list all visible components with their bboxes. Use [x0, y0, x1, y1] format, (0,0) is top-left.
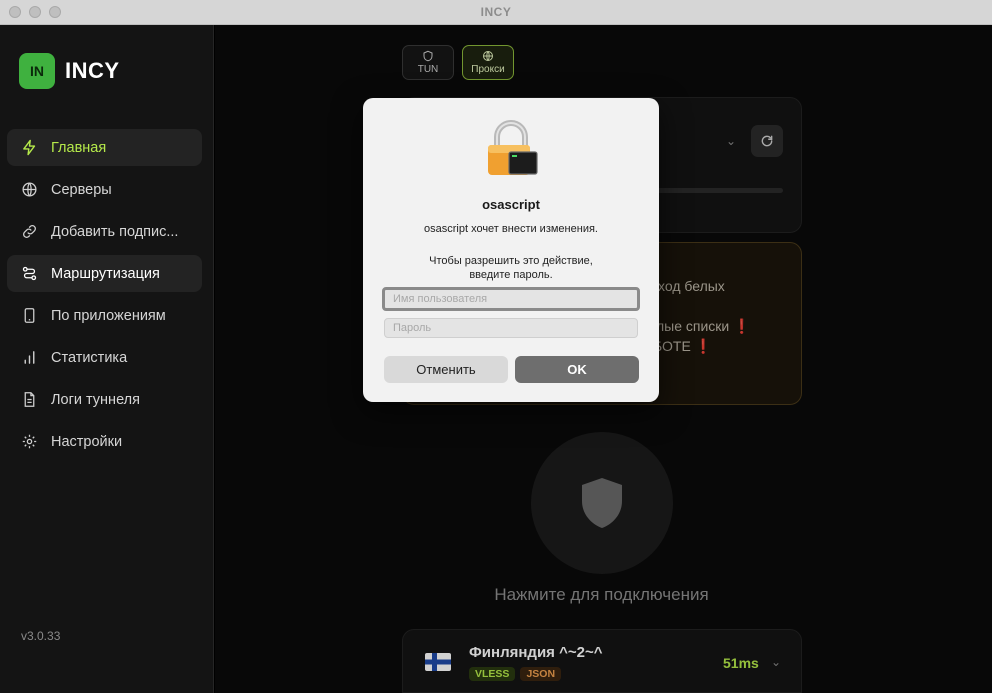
sidebar-item-add-subscription[interactable]: Добавить подпис... — [7, 213, 202, 250]
sidebar-item-statistics[interactable]: Статистика — [7, 339, 202, 376]
cancel-button[interactable]: Отменить — [384, 356, 508, 383]
dialog-title: osascript — [482, 197, 540, 212]
sidebar-item-label: Маршрутизация — [51, 265, 160, 282]
sidebar-item-servers[interactable]: Серверы — [7, 171, 202, 208]
sidebar-item-tunnel-logs[interactable]: Логи туннеля — [7, 381, 202, 418]
logo-badge: IN — [19, 53, 55, 89]
lightning-icon — [23, 139, 36, 156]
phone-icon — [24, 308, 35, 323]
route-icon — [22, 266, 37, 281]
globe-icon — [22, 182, 37, 197]
auth-dialog: osascript osascript хочет внести изменен… — [363, 98, 659, 402]
sidebar-item-label: Серверы — [51, 181, 112, 198]
window-title: INCY — [480, 5, 512, 19]
sidebar-item-label: Логи туннеля — [51, 391, 140, 408]
sidebar-item-label: Статистика — [51, 349, 128, 366]
app-version: v3.0.33 — [21, 629, 61, 643]
logo-text: INCY — [65, 58, 120, 83]
bar-chart-icon — [24, 351, 35, 364]
dialog-prompt-line-1: Чтобы разрешить это действие, — [429, 255, 593, 267]
sidebar-item-label: Главная — [51, 139, 107, 156]
document-icon — [24, 392, 35, 407]
sidebar-item-per-app[interactable]: По приложениям — [7, 297, 202, 334]
sidebar-item-home[interactable]: Главная — [7, 129, 202, 166]
sidebar: IN INCY Главная Серверы Добавить подпис.… — [0, 25, 214, 693]
dialog-prompt-line-2: введите пароль. — [469, 269, 553, 281]
dialog-prompt: Чтобы разрешить это действие, введите па… — [363, 254, 659, 282]
sidebar-item-label: Настройки — [51, 433, 123, 450]
sidebar-item-label: По приложениям — [51, 307, 166, 324]
sidebar-item-routing[interactable]: Маршрутизация — [7, 255, 202, 292]
sidebar-item-settings[interactable]: Настройки — [7, 423, 202, 460]
password-field[interactable] — [384, 318, 638, 338]
lock-icon — [488, 120, 538, 175]
dialog-message: osascript хочет внести изменения. — [424, 223, 598, 235]
app-logo: IN INCY — [19, 53, 120, 89]
username-field[interactable] — [382, 287, 640, 311]
ok-button[interactable]: OK — [515, 356, 639, 383]
link-icon — [23, 225, 36, 238]
title-bar: INCY — [0, 0, 992, 25]
sidebar-nav: Главная Серверы Добавить подпис... Маршр… — [7, 129, 202, 465]
gear-icon — [22, 434, 37, 449]
sidebar-item-label: Добавить подпис... — [51, 223, 179, 240]
